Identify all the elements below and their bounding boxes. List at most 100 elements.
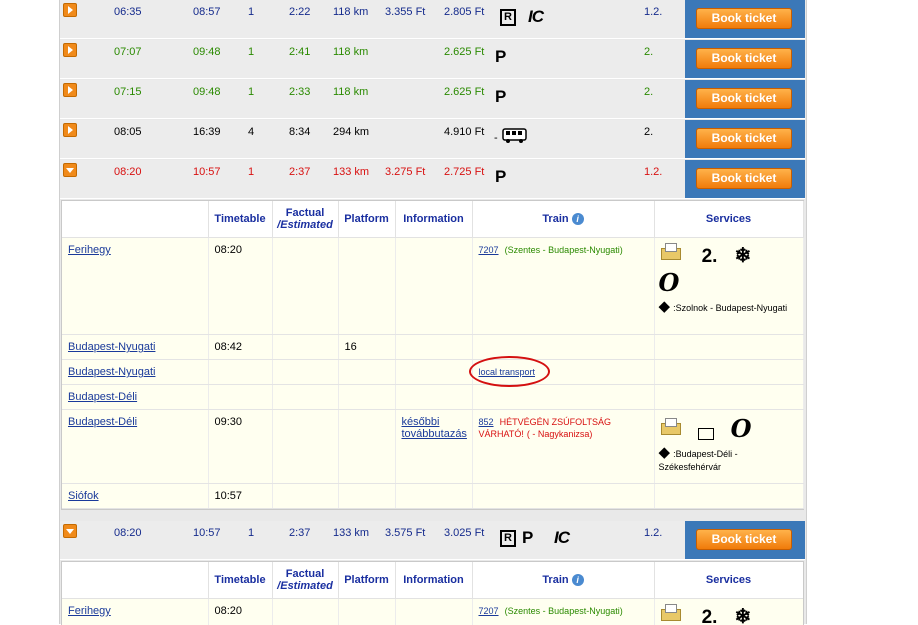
changes: 1 — [248, 86, 254, 98]
collapse-arrow-icon[interactable] — [63, 163, 77, 177]
train-route: ( - Nagykanizsa) — [527, 429, 593, 439]
train-route: (Szentes - Budapest-Nyugati) — [505, 606, 623, 616]
class: 1.2. — [644, 166, 662, 178]
duration: 2:33 — [289, 86, 310, 98]
station-link[interactable]: Budapest-Déli — [68, 416, 137, 428]
arrival-time: 16:39 — [193, 126, 221, 138]
price-second-class: 3.025 Ft — [444, 527, 484, 539]
arrival-time: 10:57 — [193, 166, 221, 178]
distance: 118 km — [333, 86, 368, 98]
connection-row[interactable]: 08:05 16:39 4 8:34 294 km 4.910 Ft - 2. … — [60, 120, 805, 159]
timetable-time: 08:42 — [208, 335, 272, 360]
class: 2. — [644, 46, 653, 58]
duration: 2:37 — [289, 166, 310, 178]
class: 1.2. — [644, 6, 662, 18]
book-ticket-button[interactable]: Book ticket — [696, 48, 792, 69]
class: 1.2. — [644, 527, 662, 539]
o-symbol-icon: O — [659, 268, 680, 297]
timetable-time: 09:30 — [208, 410, 272, 484]
book-ticket-button[interactable]: Book ticket — [696, 168, 792, 189]
station-link[interactable]: Siófok — [68, 490, 99, 502]
timetable-header: Timetable — [208, 201, 272, 238]
connection-row[interactable]: 08:20 10:57 1 2:37 133 km 3.575 Ft 3.025… — [60, 521, 805, 560]
expand-arrow-icon[interactable] — [63, 3, 77, 17]
price-second-class: 2.725 Ft — [444, 166, 484, 178]
information-header: Information — [395, 562, 472, 599]
platform-header: Platform — [338, 562, 395, 599]
train-route: (Szentes - Budapest-Nyugati) — [505, 245, 623, 255]
distance: 118 km — [333, 6, 368, 18]
timetable-time: 08:20 — [208, 599, 272, 625]
service-route: :Szolnok - Budapest-Nyugati — [673, 303, 787, 313]
connection-details: Timetable Factual/Estimated Platform Inf… — [61, 561, 804, 625]
station-header — [62, 201, 208, 238]
price-first-class: 3.355 Ft — [385, 6, 425, 18]
arrival-time: 09:48 — [193, 46, 221, 58]
intercity-icon: IC — [554, 528, 569, 548]
parking-icon: P — [495, 167, 506, 187]
book-ticket-button[interactable]: Book ticket — [696, 8, 792, 29]
class: 2. — [644, 126, 653, 138]
diamond-icon: ◆ — [659, 298, 671, 315]
expand-arrow-icon[interactable] — [63, 123, 77, 137]
station-header — [62, 562, 208, 599]
timetable-time: 08:20 — [208, 238, 272, 335]
ticket-printer-icon — [659, 242, 681, 262]
timetable-time: 10:57 — [208, 484, 272, 509]
collapse-arrow-icon[interactable] — [63, 524, 77, 538]
services-header: Services — [654, 201, 803, 238]
dash: - — [494, 132, 498, 144]
price-second-class: 4.910 Ft — [444, 126, 484, 138]
departure-time: 08:20 — [114, 166, 142, 178]
class-icon: 2. — [702, 246, 718, 267]
connection-row[interactable]: 07:07 09:48 1 2:41 118 km 2.625 Ft P 2. … — [60, 40, 805, 79]
station-link[interactable]: Budapest-Nyugati — [68, 341, 155, 353]
station-link[interactable]: Ferihegy — [68, 605, 111, 617]
o-symbol-icon: O — [731, 414, 752, 443]
price-first-class: 3.275 Ft — [385, 166, 425, 178]
changes: 1 — [248, 46, 254, 58]
parking-icon: P — [495, 47, 506, 67]
info-icon[interactable]: i — [572, 213, 584, 225]
train-number-link[interactable]: 852 — [479, 417, 494, 427]
departure-time: 07:07 — [114, 46, 142, 58]
services-header: Services — [654, 562, 803, 599]
info-link[interactable]: későbbi továbbutazás — [402, 416, 467, 440]
station-link[interactable]: Budapest-Nyugati — [68, 366, 155, 378]
parking-icon: P — [522, 528, 533, 548]
station-link[interactable]: Budapest-Déli — [68, 391, 137, 403]
ticket-printer-icon — [659, 417, 681, 437]
service-route: :Budapest-Déli - Székesfehérvár — [659, 449, 738, 472]
book-ticket-button[interactable]: Book ticket — [696, 529, 792, 550]
highlight-circle — [469, 356, 550, 387]
expand-arrow-icon[interactable] — [63, 83, 77, 97]
intercity-icon: IC — [528, 7, 543, 27]
duration: 8:34 — [289, 126, 310, 138]
connection-row[interactable]: 08:20 10:57 1 2:37 133 km 3.275 Ft 2.725… — [60, 160, 805, 199]
book-ticket-button[interactable]: Book ticket — [696, 88, 792, 109]
reservation-icon: R — [500, 9, 516, 26]
departure-time: 08:20 — [114, 527, 142, 539]
train-number-link[interactable]: 7207 — [479, 245, 499, 255]
platform: 16 — [338, 335, 395, 360]
bus-icon — [502, 128, 528, 147]
changes: 1 — [248, 6, 254, 18]
connection-row[interactable]: 06:35 08:57 1 2:22 118 km 3.355 Ft 2.805… — [60, 0, 805, 39]
bicycle-icon — [698, 428, 714, 440]
ticket-printer-icon — [659, 603, 681, 623]
distance: 118 km — [333, 46, 368, 58]
book-ticket-button[interactable]: Book ticket — [696, 128, 792, 149]
expand-arrow-icon[interactable] — [63, 43, 77, 57]
parking-icon: P — [495, 87, 506, 107]
class: 2. — [644, 86, 653, 98]
distance: 294 km — [333, 126, 369, 138]
arrival-time: 09:48 — [193, 86, 221, 98]
distance: 133 km — [333, 166, 369, 178]
train-number-link[interactable]: 7207 — [479, 606, 499, 616]
info-icon[interactable]: i — [572, 574, 584, 586]
class-icon: 2. — [702, 607, 718, 625]
changes: 1 — [248, 166, 254, 178]
reservation-icon: R — [500, 530, 516, 547]
connection-row[interactable]: 07:15 09:48 1 2:33 118 km 2.625 Ft P 2. … — [60, 80, 805, 119]
station-link[interactable]: Ferihegy — [68, 244, 111, 256]
